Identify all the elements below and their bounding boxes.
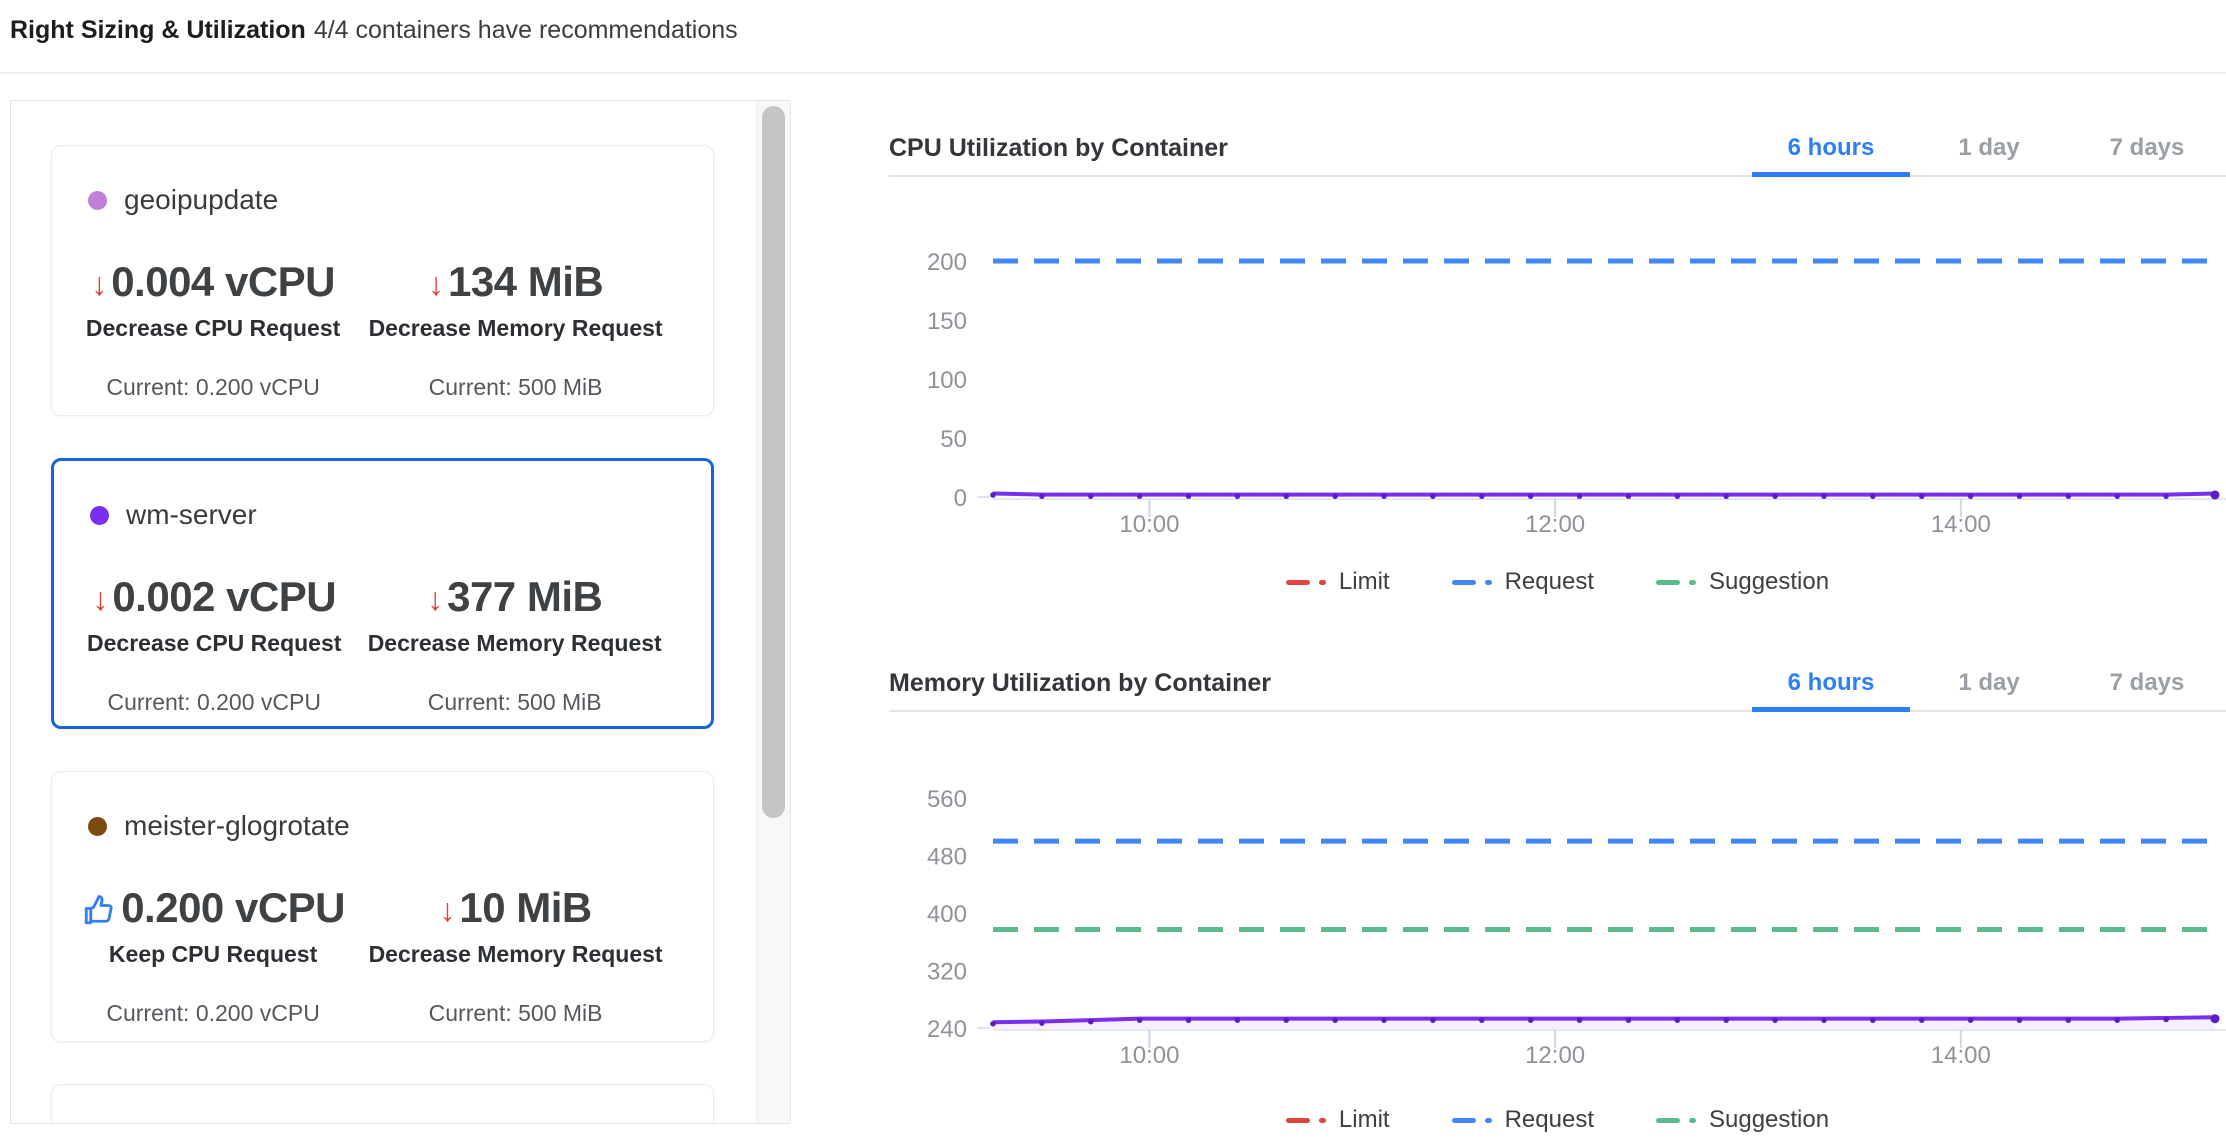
container-color-dot [90, 506, 109, 525]
cpu-current-value: Current: 0.200 vCPU [106, 374, 319, 401]
memory-time-range-tabs: 6 hours 1 day 7 days [1752, 655, 2226, 710]
svg-text:12:00: 12:00 [1525, 1042, 1585, 1069]
svg-text:50: 50 [940, 426, 967, 453]
memory-chart-title: Memory Utilization by Container [889, 669, 1271, 697]
cpu-recommendation-label: Decrease CPU Request [86, 315, 340, 342]
request-line-swatch [1452, 580, 1492, 585]
container-name: meister-glogrotate [124, 810, 350, 842]
memory-recommended-value: 377 MiB [447, 573, 602, 621]
container-color-dot [88, 817, 107, 836]
legend-item-suggestion[interactable]: Suggestion [1656, 568, 1829, 596]
svg-text:400: 400 [927, 901, 967, 928]
memory-utilization-chart[interactable]: 560 480 400 320 240 10:00 12:00 14:00 [889, 760, 2226, 1072]
memory-recommended-value: 134 MiB [448, 258, 603, 306]
svg-text:240: 240 [927, 1016, 967, 1043]
svg-text:14:00: 14:00 [1931, 511, 1991, 538]
arrow-down-icon: ↓ [92, 583, 108, 615]
container-color-dot [88, 191, 107, 210]
container-card-wm-server[interactable]: wm-server ↓ 0.002 vCPU Decrease CPU Requ… [51, 458, 714, 729]
cpu-metric: ↓ 0.004 vCPU Decrease CPU Request Curren… [80, 258, 346, 401]
cpu-recommended-value: 0.200 vCPU [121, 884, 345, 932]
page-title: Right Sizing & Utilization [10, 16, 306, 44]
memory-recommendation-label: Decrease Memory Request [369, 315, 663, 342]
tab-1-day[interactable]: 1 day [1910, 120, 2068, 175]
limit-line-swatch [1286, 1118, 1326, 1123]
arrow-down-icon: ↓ [428, 268, 444, 300]
legend-item-suggestion[interactable]: Suggestion [1656, 1106, 1829, 1134]
scrollbar-thumb[interactable] [762, 106, 785, 818]
legend-item-request[interactable]: Request [1452, 568, 1594, 596]
cpu-time-range-tabs: 6 hours 1 day 7 days [1752, 120, 2226, 175]
memory-metric: ↓ 134 MiB Decrease Memory Request Curren… [346, 258, 685, 401]
memory-chart-legend: Limit Request Suggestion [889, 1098, 2226, 1142]
metrics-row: 0.200 vCPU Keep CPU Request Current: 0.2… [80, 884, 685, 1027]
thumbs-up-icon [81, 892, 117, 928]
tab-7-days[interactable]: 7 days [2068, 120, 2226, 175]
container-name: wm-server [126, 499, 257, 531]
tab-6-hours[interactable]: 6 hours [1752, 655, 1910, 710]
cpu-utilization-chart[interactable]: 200 150 100 50 0 10:00 12:00 14:00 [889, 240, 2226, 540]
svg-text:200: 200 [927, 249, 967, 276]
svg-text:100: 100 [927, 367, 967, 394]
container-name: geoipupdate [124, 184, 278, 216]
tab-6-hours[interactable]: 6 hours [1752, 120, 1910, 175]
cpu-recommendation-label: Keep CPU Request [109, 941, 317, 968]
metrics-row: ↓ 0.004 vCPU Decrease CPU Request Curren… [80, 258, 685, 401]
svg-text:12:00: 12:00 [1525, 511, 1585, 538]
memory-current-value: Current: 500 MiB [429, 1000, 603, 1027]
legend-item-limit[interactable]: Limit [1286, 1106, 1390, 1134]
cpu-chart-header: CPU Utilization by Container 6 hours 1 d… [889, 120, 2226, 177]
cpu-recommended-value: 0.002 vCPU [112, 573, 336, 621]
memory-metric: ↓ 377 MiB Decrease Memory Request Curren… [346, 573, 683, 716]
arrow-down-icon: ↓ [91, 268, 107, 300]
svg-text:10:00: 10:00 [1119, 511, 1179, 538]
suggestion-line-swatch [1656, 580, 1696, 585]
cpu-chart-legend: Limit Request Suggestion [889, 560, 2226, 604]
page-header: Right Sizing & Utilization 4/4 containers… [0, 0, 2226, 74]
memory-current-value: Current: 500 MiB [428, 689, 602, 716]
cpu-recommendation-label: Decrease CPU Request [87, 630, 341, 657]
svg-text:0: 0 [954, 485, 967, 512]
container-card-geoipupdate[interactable]: geoipupdate ↓ 0.004 vCPU Decrease CPU Re… [51, 145, 714, 416]
cpu-chart-title: CPU Utilization by Container [889, 134, 1228, 162]
cpu-metric: 0.200 vCPU Keep CPU Request Current: 0.2… [80, 884, 346, 1027]
cpu-current-value: Current: 0.200 vCPU [106, 1000, 319, 1027]
container-card-meister-glogrotate[interactable]: meister-glogrotate 0.200 vCPU Keep CPU R… [51, 771, 714, 1042]
svg-text:560: 560 [927, 786, 967, 813]
arrow-down-icon: ↓ [427, 583, 443, 615]
memory-recommended-value: 10 MiB [459, 884, 591, 932]
svg-text:10:00: 10:00 [1119, 1042, 1179, 1069]
legend-item-limit[interactable]: Limit [1286, 568, 1390, 596]
memory-metric: ↓ 10 MiB Decrease Memory Request Current… [346, 884, 685, 1027]
container-card-partial[interactable] [51, 1084, 714, 1123]
limit-line-swatch [1286, 580, 1326, 585]
scrollbar[interactable] [756, 101, 790, 1123]
recommendations-panel: geoipupdate ↓ 0.004 vCPU Decrease CPU Re… [10, 100, 791, 1124]
memory-recommendation-label: Decrease Memory Request [368, 630, 662, 657]
svg-text:480: 480 [927, 844, 967, 871]
memory-current-value: Current: 500 MiB [429, 374, 603, 401]
container-name-row: meister-glogrotate [80, 810, 685, 842]
memory-recommendation-label: Decrease Memory Request [369, 941, 663, 968]
svg-text:150: 150 [927, 308, 967, 335]
suggestion-line-swatch [1656, 1118, 1696, 1123]
container-name-row: wm-server [82, 499, 683, 531]
page-subtitle: 4/4 containers have recommendations [314, 16, 738, 44]
cpu-recommended-value: 0.004 vCPU [111, 258, 335, 306]
legend-item-request[interactable]: Request [1452, 1106, 1594, 1134]
svg-text:14:00: 14:00 [1931, 1042, 1991, 1069]
memory-chart-header: Memory Utilization by Container 6 hours … [889, 655, 2226, 712]
arrow-down-icon: ↓ [439, 894, 455, 926]
container-name-row: geoipupdate [80, 184, 685, 216]
metrics-row: ↓ 0.002 vCPU Decrease CPU Request Curren… [82, 573, 683, 716]
request-line-swatch [1452, 1118, 1492, 1123]
tab-1-day[interactable]: 1 day [1910, 655, 2068, 710]
container-card-list: geoipupdate ↓ 0.004 vCPU Decrease CPU Re… [11, 101, 755, 1123]
svg-text:320: 320 [927, 959, 967, 986]
tab-7-days[interactable]: 7 days [2068, 655, 2226, 710]
cpu-metric: ↓ 0.002 vCPU Decrease CPU Request Curren… [82, 573, 346, 716]
cpu-current-value: Current: 0.200 vCPU [107, 689, 320, 716]
